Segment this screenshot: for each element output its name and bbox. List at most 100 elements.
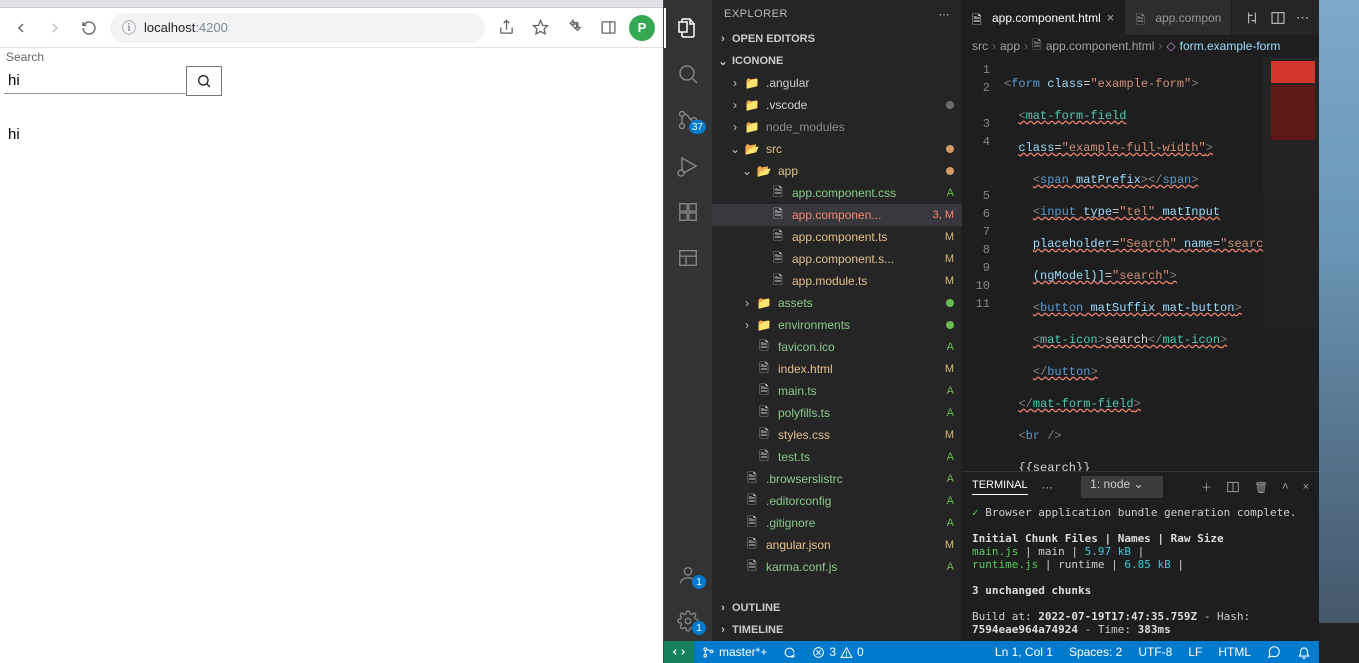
status-feedback-icon[interactable] xyxy=(1259,645,1289,659)
terminal-body[interactable]: ✓ ✓ Browser application bundle generatio… xyxy=(962,502,1319,641)
open-editors-section[interactable]: ›OPEN EDITORS xyxy=(712,28,962,50)
status-cursor[interactable]: Ln 1, Col 1 xyxy=(987,645,1061,659)
status-lang[interactable]: HTML xyxy=(1210,645,1259,659)
browser-tabstrip xyxy=(0,0,663,8)
file-main-ts[interactable]: 🗎main.tsA xyxy=(712,380,962,402)
outline-section[interactable]: ›OUTLINE xyxy=(712,597,962,619)
desktop-background xyxy=(1319,0,1359,663)
url-port: :4200 xyxy=(195,20,228,35)
status-problems[interactable]: 3 0 xyxy=(804,645,871,659)
editor-area: 🗎app.component.html× 🗎app.compon ⋯ src› … xyxy=(962,0,1319,641)
activity-extensions[interactable] xyxy=(664,192,712,232)
file-app-css[interactable]: 🗎app.component.cssA xyxy=(712,182,962,204)
file-gitignore[interactable]: 🗎.gitignoreA xyxy=(712,512,962,534)
search-input[interactable] xyxy=(4,68,186,94)
share-icon[interactable] xyxy=(493,15,519,41)
bookmark-icon[interactable] xyxy=(527,15,553,41)
close-icon[interactable]: × xyxy=(1107,10,1115,25)
search-label: Search xyxy=(6,50,659,64)
file-index[interactable]: 🗎index.htmlM xyxy=(712,358,962,380)
search-button[interactable] xyxy=(186,66,222,96)
explorer-more-icon[interactable]: ⋯ xyxy=(939,8,951,21)
page-content: Search hi xyxy=(0,48,663,663)
browser-window: ⓘ localhost:4200 P Search hi xyxy=(0,0,664,663)
project-section[interactable]: ⌄ICONONE xyxy=(712,50,962,72)
file-favicon[interactable]: 🗎favicon.icoA xyxy=(712,336,962,358)
file-app-ts[interactable]: 🗎app.component.tsM xyxy=(712,226,962,248)
compare-icon[interactable] xyxy=(1244,10,1260,26)
explorer-title: EXPLORER xyxy=(724,8,788,20)
file-polyfills[interactable]: 🗎polyfills.tsA xyxy=(712,402,962,424)
site-info-icon[interactable]: ⓘ xyxy=(122,18,136,38)
code-content[interactable]: <form class="example-form"> <mat-form-fi… xyxy=(1000,57,1319,471)
status-encoding[interactable]: UTF-8 xyxy=(1130,645,1180,659)
file-editorconfig[interactable]: 🗎.editorconfigA xyxy=(712,490,962,512)
forward-button[interactable] xyxy=(42,15,68,41)
gutter: 1 2 3 4 5 6 7 8 9 10 11 xyxy=(962,57,1000,471)
profile-avatar[interactable]: P xyxy=(629,15,655,41)
status-spaces[interactable]: Spaces: 2 xyxy=(1061,645,1130,659)
timeline-section[interactable]: ›TIMELINE xyxy=(712,619,962,641)
minimap[interactable] xyxy=(1263,57,1319,471)
activity-settings[interactable]: 1 xyxy=(664,601,712,641)
terminal-close-icon[interactable]: × xyxy=(1303,481,1309,493)
file-app-module[interactable]: 🗎app.module.tsM xyxy=(712,270,962,292)
file-styles[interactable]: 🗎styles.cssM xyxy=(712,424,962,446)
reload-button[interactable] xyxy=(76,15,102,41)
terminal-trash-icon[interactable]: 🗑 xyxy=(1254,481,1268,494)
activity-search[interactable] xyxy=(664,54,712,94)
terminal-select[interactable]: 1: node ⌄ xyxy=(1081,476,1162,498)
windows-taskbar[interactable] xyxy=(1319,623,1359,663)
scm-badge: 37 xyxy=(689,120,706,134)
settings-badge: 1 xyxy=(692,621,706,635)
status-bar: master*+ 3 0 Ln 1, Col 1 Spaces: 2 UTF-8… xyxy=(664,641,1319,663)
file-angular-json[interactable]: 🗎angular.jsonM xyxy=(712,534,962,556)
folder-angular[interactable]: ›📁.angular xyxy=(712,72,962,94)
terminal-new-icon[interactable]: ＋ xyxy=(1201,479,1212,495)
address-bar[interactable]: ⓘ localhost:4200 xyxy=(110,13,485,43)
file-browserslistrc[interactable]: 🗎.browserslistrcA xyxy=(712,468,962,490)
code-editor[interactable]: 1 2 3 4 5 6 7 8 9 10 11 <form class="exa… xyxy=(962,57,1319,471)
account-badge: 1 xyxy=(692,575,706,589)
status-remote[interactable] xyxy=(664,641,694,663)
breadcrumb[interactable]: src› app› 🗎app.component.html› ◇form.exa… xyxy=(962,35,1319,57)
folder-src[interactable]: ⌄📂src xyxy=(712,138,962,160)
terminal-panel: TERMINAL ⋯ 1: node ⌄ ＋ 🗑 ˄ × ✓ ✓ Browser… xyxy=(962,471,1319,641)
back-button[interactable] xyxy=(8,15,34,41)
file-app-spec[interactable]: 🗎app.component.s...M xyxy=(712,248,962,270)
split-icon[interactable] xyxy=(1270,10,1286,26)
status-bell-icon[interactable] xyxy=(1289,645,1319,659)
browser-toolbar: ⓘ localhost:4200 P xyxy=(0,8,663,48)
editor-tabs: 🗎app.component.html× 🗎app.compon ⋯ xyxy=(962,0,1319,35)
tab-app-componen[interactable]: 🗎app.compon xyxy=(1125,0,1232,35)
vscode-window: 37 1 1 EXPLORER xyxy=(664,0,1319,663)
folder-vscode[interactable]: ›📁.vscode xyxy=(712,94,962,116)
file-karma[interactable]: 🗎karma.conf.jsA xyxy=(712,556,962,578)
tab-app-html[interactable]: 🗎app.component.html× xyxy=(962,0,1125,35)
url-host: localhost xyxy=(144,20,195,35)
activity-layout[interactable] xyxy=(664,238,712,278)
folder-node-modules[interactable]: ›📁node_modules xyxy=(712,116,962,138)
folder-app[interactable]: ⌄📂app xyxy=(712,160,962,182)
search-output: hi xyxy=(8,126,659,143)
activity-explorer[interactable] xyxy=(664,8,712,48)
explorer-sidebar: EXPLORER ⋯ ›OPEN EDITORS ⌄ICONONE ›📁.ang… xyxy=(712,0,962,641)
folder-assets[interactable]: ›📁assets xyxy=(712,292,962,314)
folder-environments[interactable]: ›📁environments xyxy=(712,314,962,336)
terminal-split-icon[interactable] xyxy=(1226,480,1240,494)
sidepanel-icon[interactable] xyxy=(595,15,621,41)
activity-bar: 37 1 1 xyxy=(664,0,712,641)
activity-scm[interactable]: 37 xyxy=(664,100,712,140)
activity-account[interactable]: 1 xyxy=(664,555,712,595)
terminal-tab[interactable]: TERMINAL xyxy=(972,479,1028,495)
terminal-maximize-icon[interactable]: ˄ xyxy=(1282,481,1288,493)
status-branch[interactable]: master*+ xyxy=(694,645,775,659)
tab-more-icon[interactable]: ⋯ xyxy=(1296,10,1309,26)
terminal-more-icon[interactable]: ⋯ xyxy=(1042,481,1053,494)
activity-debug[interactable] xyxy=(664,146,712,186)
status-eol[interactable]: LF xyxy=(1180,645,1210,659)
file-app-html[interactable]: 🗎app.componen...3, M xyxy=(712,204,962,226)
extensions-icon[interactable] xyxy=(561,15,587,41)
file-test-ts[interactable]: 🗎test.tsA xyxy=(712,446,962,468)
status-sync[interactable] xyxy=(775,646,804,659)
